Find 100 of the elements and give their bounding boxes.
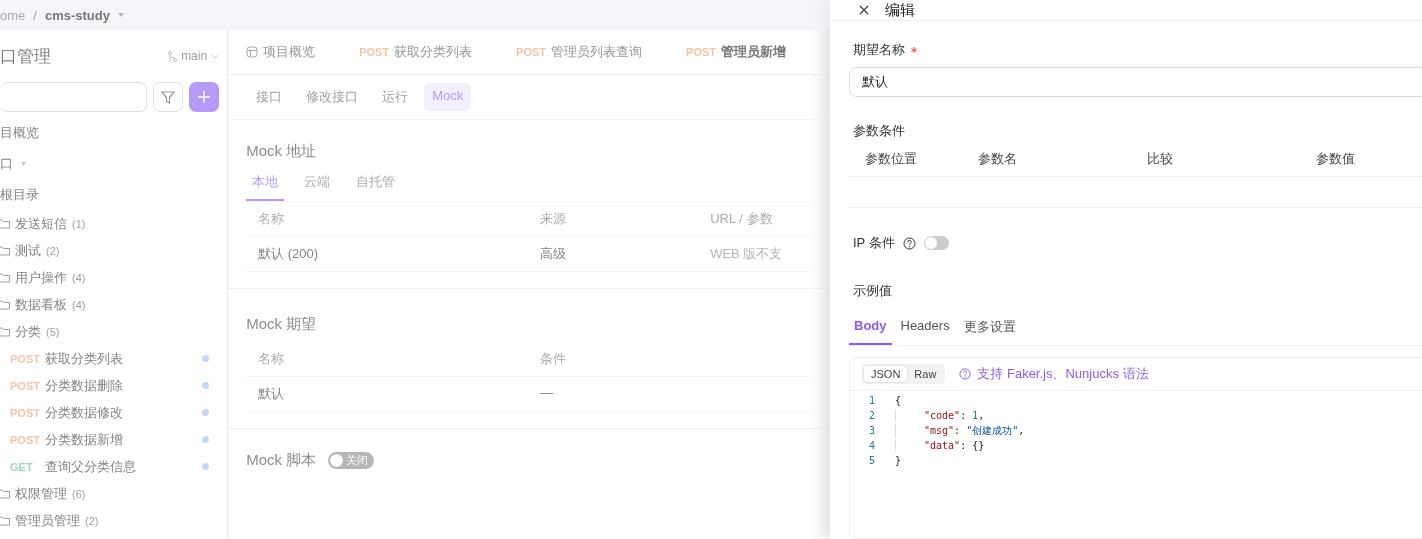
folder-icon <box>0 218 10 229</box>
code-line: "code": 1, <box>895 410 985 421</box>
status-dot <box>202 382 210 389</box>
folder-icon <box>0 272 10 283</box>
document-tab[interactable]: 项目概览 <box>246 30 338 74</box>
location-tab[interactable]: 云端 <box>298 169 337 201</box>
line-number: 4 <box>867 440 875 451</box>
view-tab[interactable]: 修改接口 <box>298 83 367 111</box>
item-count: (1) <box>72 217 86 230</box>
body-tab[interactable]: 更多设置 <box>958 314 1021 345</box>
document-tab[interactable]: POST 获取分类列表 <box>359 30 495 74</box>
table-cell: 高级 <box>528 237 699 272</box>
folder-icon <box>0 245 10 256</box>
project-switcher[interactable]: cms-study <box>44 7 110 23</box>
method-tag: GET <box>10 460 37 473</box>
folder-icon <box>0 326 10 337</box>
close-icon[interactable] <box>859 5 869 15</box>
code-line: } <box>895 455 902 466</box>
column-header: 参数名 <box>978 150 1018 168</box>
folder-item[interactable]: 数据看板 <box>15 295 67 314</box>
body-tab[interactable]: Headers <box>895 314 955 345</box>
overview-item[interactable]: 目概览 <box>0 118 220 148</box>
plus-icon <box>198 91 211 103</box>
document-tab[interactable]: POST 管理员列表查询 <box>516 30 665 74</box>
status-dot <box>202 409 210 416</box>
view-tab[interactable]: 接口 <box>248 83 291 111</box>
column-header: 来源 <box>528 202 699 237</box>
ip-toggle[interactable] <box>923 236 949 250</box>
status-dot <box>202 436 210 443</box>
format-option[interactable]: Raw <box>907 366 944 382</box>
status-dot <box>202 355 210 362</box>
breadcrumb-separator: / <box>33 7 37 23</box>
table-cell: 默认 <box>246 377 529 412</box>
name-input[interactable]: 默认 <box>849 67 1422 97</box>
table-cell: — <box>528 377 812 412</box>
code-editor[interactable]: JSON Raw 支持 Faker.js、Nunjucks 语法 1 { 2 "code": 1, 3 "msg": "创建成功", 4 "data": {} 5 } <box>849 357 1422 539</box>
group-label[interactable]: 口 <box>0 155 13 173</box>
table-cell: 默认 (200) <box>246 237 529 272</box>
item-count: (4) <box>72 298 86 311</box>
api-item[interactable]: 查询父分类信息 <box>45 457 195 476</box>
add-button[interactable] <box>189 82 220 112</box>
folder-icon <box>0 515 10 526</box>
folder-icon <box>0 299 10 310</box>
syntax-help-link[interactable]: 支持 Faker.js、Nunjucks 语法 <box>977 365 1149 383</box>
section-title: Mock 地址 <box>246 142 318 161</box>
section-title: Mock 脚本 <box>246 451 317 470</box>
api-item[interactable]: 分类数据新增 <box>45 430 195 449</box>
location-tab[interactable]: 本地 <box>246 169 285 201</box>
branch-selector[interactable]: main <box>181 49 208 63</box>
column-header: 名称 <box>246 202 529 237</box>
breadcrumb-link[interactable]: ome <box>0 7 26 23</box>
filter-button[interactable] <box>153 82 184 112</box>
folder-item[interactable]: 用户操作 <box>15 268 67 287</box>
item-count: (4) <box>72 271 86 284</box>
folder-icon <box>0 488 10 499</box>
help-icon[interactable] <box>902 236 916 250</box>
code-line: "msg": "创建成功", <box>895 423 1025 438</box>
location-tab[interactable]: 自托管 <box>350 169 402 201</box>
folder-item[interactable]: 发送短信 <box>15 214 67 233</box>
column-header: 比较 <box>1147 150 1174 168</box>
branch-icon <box>168 50 178 62</box>
api-item[interactable]: 分类数据删除 <box>45 376 195 395</box>
item-count: (5) <box>46 325 60 338</box>
line-number: 5 <box>867 455 875 466</box>
field-label: 期望名称 <box>853 41 905 59</box>
caret-icon <box>117 13 124 17</box>
body-tab[interactable]: Body <box>849 314 892 345</box>
item-count: (2) <box>85 514 99 527</box>
column-header: 参数值 <box>1316 150 1356 168</box>
section-label: 示例值 <box>852 282 893 300</box>
column-header: 条件 <box>528 342 812 377</box>
column-header: URL / 参数 <box>698 202 812 237</box>
folder-item[interactable]: 测试 <box>15 241 41 260</box>
folder-item[interactable]: 管理员管理 <box>15 511 80 530</box>
sidebar-title: 口管理 <box>0 45 52 68</box>
line-number: 2 <box>867 410 875 421</box>
layout-icon <box>246 46 259 58</box>
format-option[interactable]: JSON <box>864 366 908 382</box>
folder-item[interactable]: 权限管理 <box>15 484 67 503</box>
folder-item[interactable]: 分类 <box>15 322 41 341</box>
line-number: 3 <box>867 425 875 436</box>
column-header: 参数位置 <box>865 150 918 168</box>
view-tab[interactable]: Mock <box>424 83 472 111</box>
table-cell: WEB 版不支 <box>698 237 812 272</box>
api-item[interactable]: 获取分类列表 <box>45 349 195 368</box>
chevron-icon <box>211 53 220 59</box>
column-header: 名称 <box>246 342 529 377</box>
item-count: (6) <box>72 487 86 500</box>
field-label: IP 条件 <box>853 234 895 252</box>
status-dot <box>202 463 210 470</box>
code-line: { <box>895 395 902 406</box>
caret-icon <box>21 162 26 166</box>
section-title: Mock 期望 <box>246 315 318 334</box>
api-item[interactable]: 分类数据修改 <box>45 403 195 422</box>
filter-icon <box>161 90 176 104</box>
drawer-title: 编辑 <box>885 0 915 20</box>
item-count: (2) <box>46 244 60 257</box>
view-tab[interactable]: 运行 <box>374 83 417 111</box>
help-icon <box>959 368 972 380</box>
tree-item[interactable]: 根目录 <box>0 180 220 210</box>
